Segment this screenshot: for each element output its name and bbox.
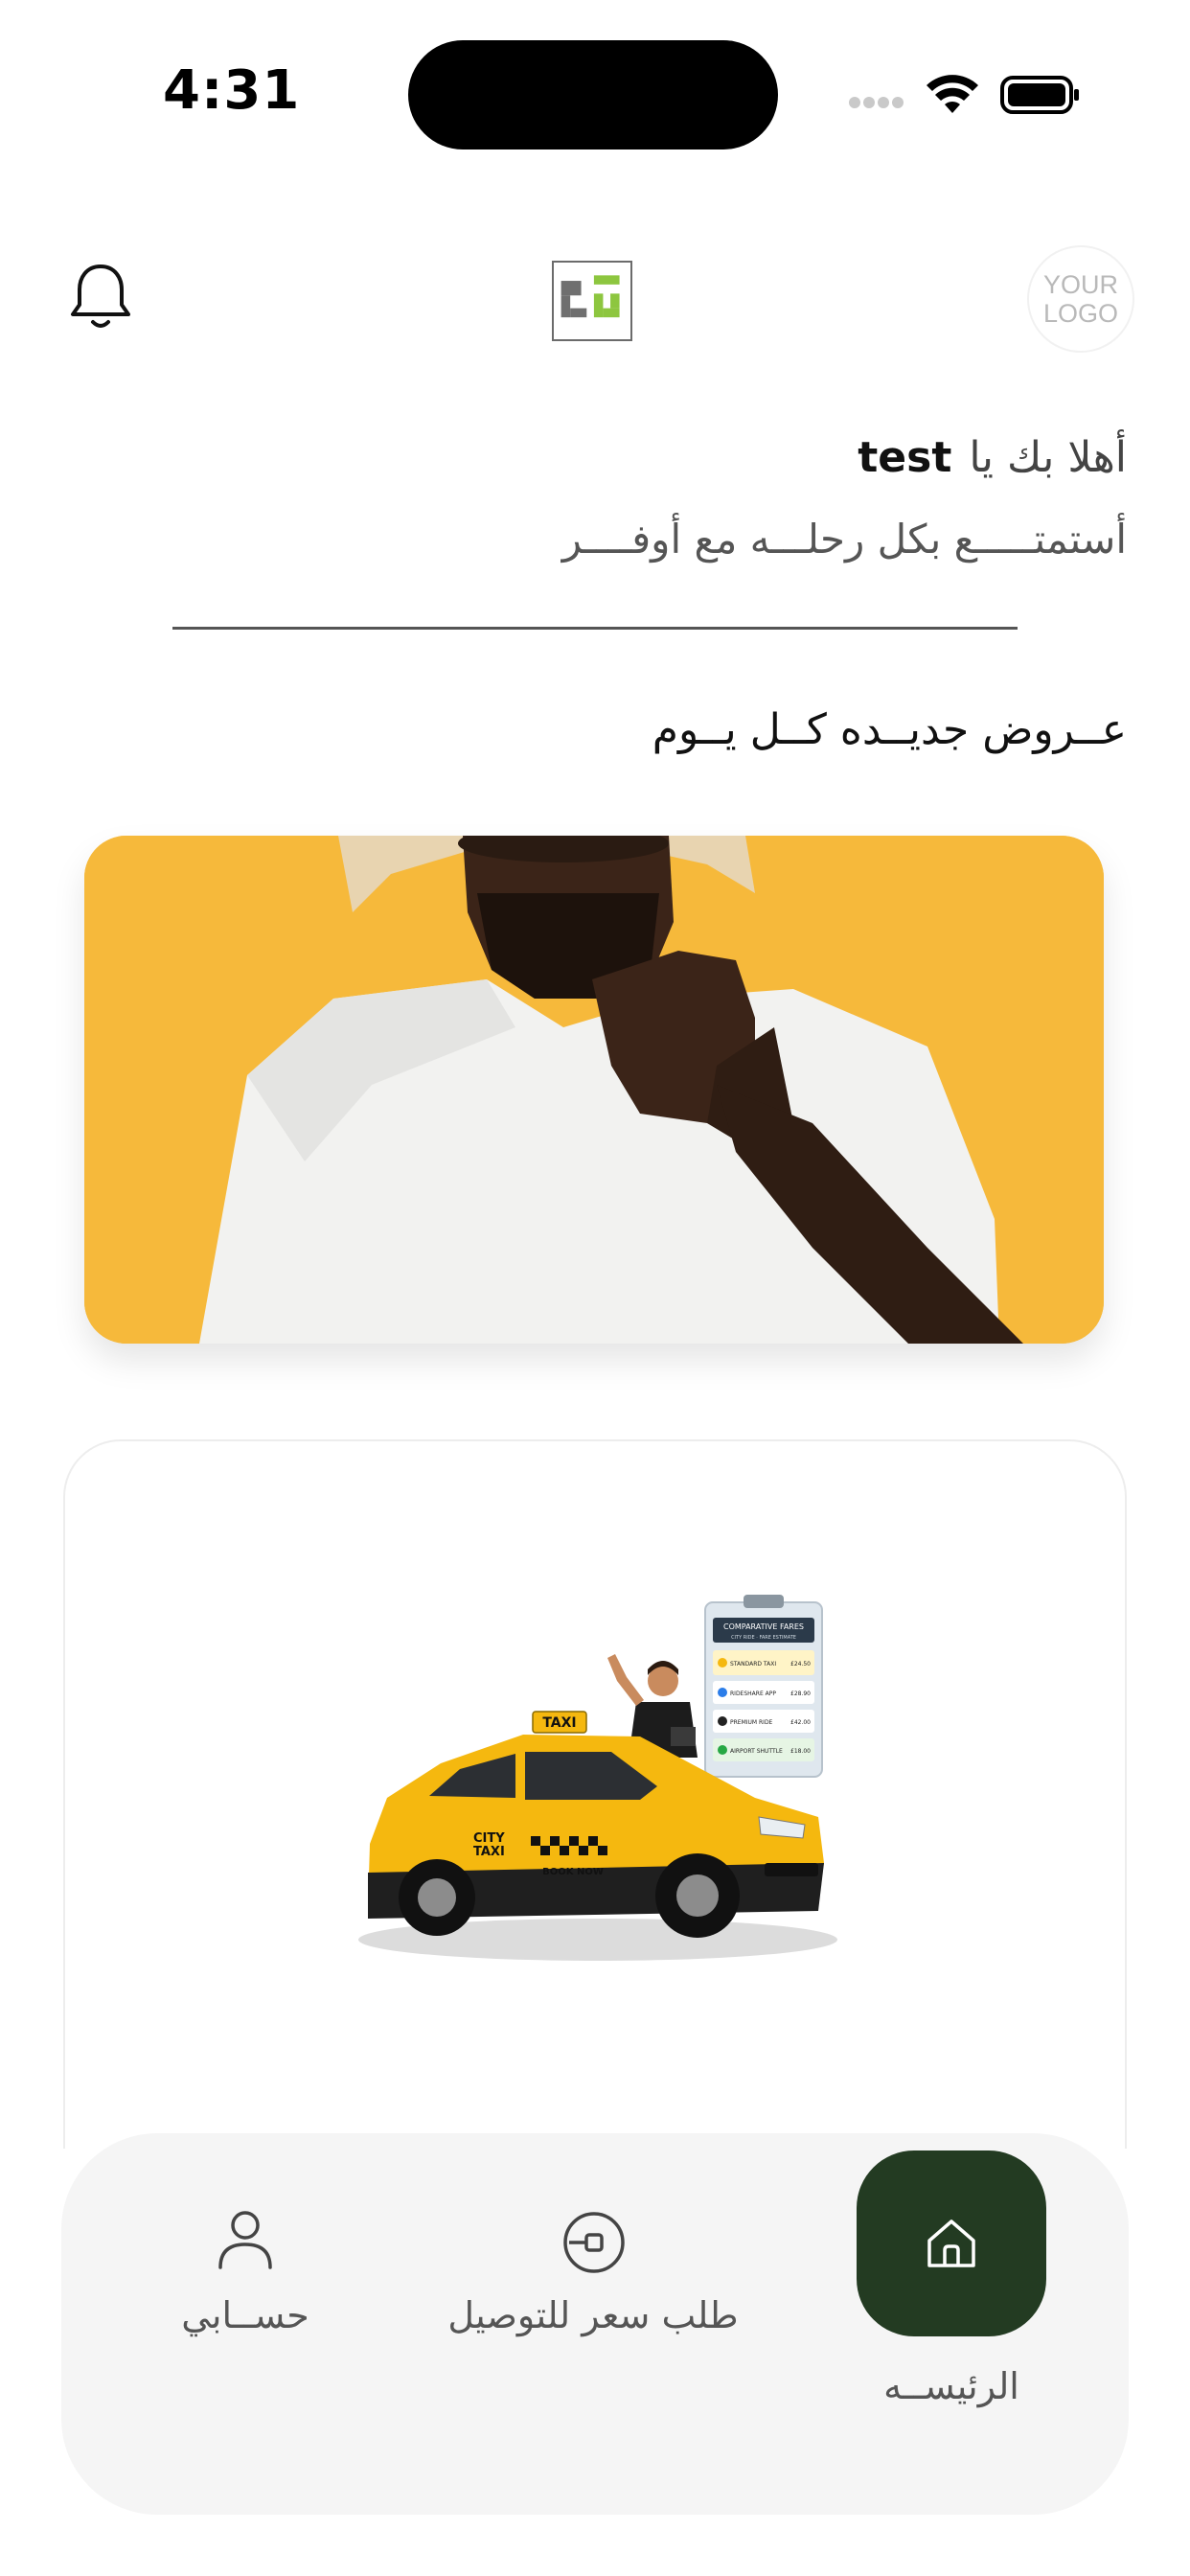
greeting-username: test (858, 433, 952, 482)
fare-row-price: £24.50 (790, 1661, 811, 1668)
bottom-nav: الرئيســه طلب سعر للتوصيل حســابي (61, 2133, 1129, 2515)
offer-banner-image (84, 836, 1104, 1344)
fare-row-price: £28.90 (790, 1690, 811, 1697)
partner-logo: YOUR LOGO (1027, 245, 1134, 353)
fare-row-name: RIDESHARE APP (730, 1690, 776, 1697)
nav-request-price-label[interactable]: طلب سعر للتوصيل (425, 2294, 761, 2336)
taxi-promo-card[interactable]: COMPARATIVE FARES CITY RIDE · FARE ESTIM… (63, 1439, 1127, 2149)
partner-logo-line2: LOGO (1042, 299, 1119, 328)
taxi-door-text-book: BOOK NOW (542, 1867, 604, 1877)
dynamic-island (408, 40, 778, 150)
offers-section-title: عــروض جديــده كــل يــوم (652, 705, 1127, 754)
fare-row-name: PREMIUM RIDE (730, 1719, 773, 1726)
wifi-icon (927, 75, 978, 113)
fare-board-title: COMPARATIVE FARES (723, 1622, 804, 1631)
greeting: أهلا بك يا test (858, 433, 1127, 482)
home-screen: 4:31 YOUR LOGO أهلا بك ياtest أستمتـــــ… (0, 0, 1190, 2576)
user-icon[interactable] (215, 2208, 276, 2271)
taxi-illustration: COMPARATIVE FARES CITY RIDE · FARE ESTIM… (358, 1595, 837, 1961)
partner-logo-line1: YOUR (1042, 270, 1118, 299)
nav-home-button[interactable] (857, 2150, 1046, 2336)
offer-banner[interactable] (84, 836, 1104, 1344)
greeting-prefix: أهلا بك يا (969, 433, 1127, 482)
nav-account-label[interactable]: حســابي (157, 2294, 333, 2336)
cellular-signal-icon (849, 94, 912, 117)
fare-row-price: £42.00 (790, 1719, 811, 1726)
taxi-door-text-city: CITY (473, 1831, 505, 1846)
fare-row-price: £18.00 (790, 1748, 811, 1755)
request-price-icon[interactable] (561, 2210, 627, 2275)
status-time: 4:31 (163, 59, 301, 122)
bell-icon[interactable] (67, 261, 134, 334)
taxi-door-text-taxi: TAXI (473, 1845, 505, 1859)
taxi-roof-sign: TAXI (542, 1715, 576, 1731)
fare-board-subtitle: CITY RIDE · FARE ESTIMATE (731, 1635, 796, 1641)
fare-row-name: STANDARD TAXI (730, 1661, 776, 1668)
greeting-tagline: أستمتـــــع بكل رحلـــه مع أوفــــر (561, 516, 1127, 563)
home-icon (927, 2220, 975, 2267)
fare-board: COMPARATIVE FARES CITY RIDE · FARE ESTIM… (704, 1595, 823, 1778)
app-logo-icon (552, 261, 632, 341)
fare-row-name: AIRPORT SHUTTLE (730, 1748, 783, 1755)
nav-home-label[interactable]: الرئيســه (857, 2365, 1046, 2407)
divider (172, 627, 1018, 630)
battery-icon (1000, 76, 1079, 114)
